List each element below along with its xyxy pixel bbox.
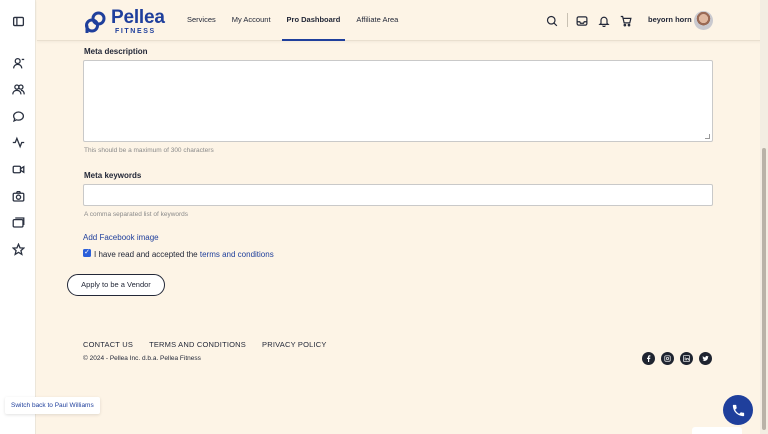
cart-icon[interactable] <box>620 14 632 27</box>
nav-my-account[interactable]: My Account <box>232 0 271 41</box>
phone-icon <box>732 404 744 416</box>
nav-pro-dashboard[interactable]: Pro Dashboard <box>281 0 346 41</box>
meta-description-label: Meta description <box>84 47 148 56</box>
footer-terms[interactable]: TERMS AND CONDITIONS <box>149 340 246 349</box>
sidebar-toggle-icon[interactable] <box>11 14 25 28</box>
resize-handle[interactable] <box>705 134 710 139</box>
nav-affiliate-area[interactable]: Affiliate Area <box>356 0 398 41</box>
twitter-icon[interactable] <box>699 352 712 365</box>
person-icon[interactable] <box>11 56 25 70</box>
terms-text: I have read and accepted the terms and c… <box>94 250 274 259</box>
chat-icon[interactable] <box>11 109 25 123</box>
meta-description-textarea[interactable] <box>83 60 713 142</box>
footer-privacy[interactable]: PRIVACY POLICY <box>262 340 327 349</box>
linkedin-icon[interactable] <box>680 352 693 365</box>
brand-name: Pellea <box>111 7 165 28</box>
facebook-icon[interactable] <box>642 352 655 365</box>
main-nav: Services My Account Pro Dashboard Affili… <box>187 0 414 41</box>
pellea-logo-icon <box>85 11 106 33</box>
terms-link[interactable]: terms and conditions <box>200 250 274 259</box>
star-icon[interactable] <box>11 242 25 256</box>
search-icon[interactable] <box>546 14 558 27</box>
user-name[interactable]: beyorn horn <box>648 15 692 24</box>
inbox-icon[interactable] <box>576 14 588 26</box>
meta-description-help: This should be a maximum of 300 characte… <box>84 147 214 154</box>
activity-icon[interactable] <box>11 135 25 149</box>
switch-back-link[interactable]: Switch back to Paul Williams <box>5 397 100 414</box>
meta-keywords-label: Meta keywords <box>84 171 142 180</box>
video-icon[interactable] <box>11 162 25 176</box>
users-icon[interactable] <box>11 82 25 96</box>
terms-checkbox[interactable]: ✓ <box>83 249 91 257</box>
cards-icon[interactable] <box>11 215 25 229</box>
left-icon-rail <box>0 0 36 434</box>
meta-keywords-help: A comma separated list of keywords <box>84 211 189 218</box>
call-button[interactable] <box>723 395 753 425</box>
scrollbar-thumb[interactable] <box>762 148 766 430</box>
brand-logo[interactable]: Pellea FITNESS <box>84 8 165 35</box>
terms-statement: I have read and accepted the <box>94 250 198 259</box>
chat-widget-peek <box>692 427 742 434</box>
add-facebook-image-link[interactable]: Add Facebook image <box>83 233 159 242</box>
avatar[interactable] <box>694 11 713 30</box>
header-divider <box>567 13 568 27</box>
meta-keywords-input[interactable] <box>83 184 713 206</box>
copyright: © 2024 - Pellea Inc. d.b.a. Pellea Fitne… <box>83 355 201 362</box>
nav-services[interactable]: Services <box>187 0 216 41</box>
footer-links: CONTACT US TERMS AND CONDITIONS PRIVACY … <box>83 340 343 349</box>
apply-vendor-button[interactable]: Apply to be a Vendor <box>67 274 165 296</box>
instagram-icon[interactable] <box>661 352 674 365</box>
brand-subtitle: FITNESS <box>115 28 156 35</box>
bell-icon[interactable] <box>598 14 610 28</box>
camera-icon[interactable] <box>11 189 25 203</box>
footer-contact-us[interactable]: CONTACT US <box>83 340 133 349</box>
